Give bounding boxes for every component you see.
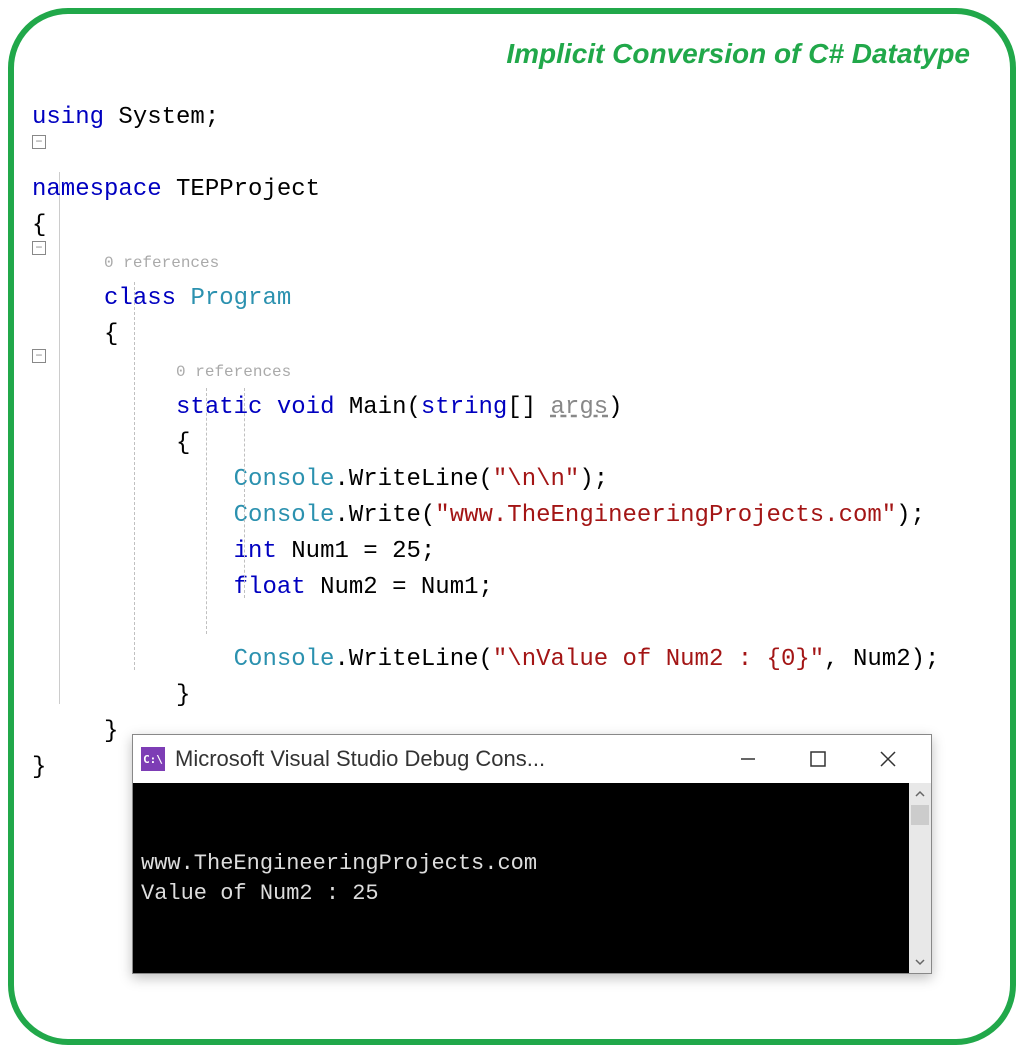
keyword-class: class — [104, 285, 176, 312]
chevron-down-icon — [914, 956, 926, 968]
keyword-int: int — [234, 538, 277, 565]
brace-close: } — [32, 754, 46, 781]
fold-toggle[interactable]: − — [32, 136, 46, 154]
literal-25: 25 — [392, 538, 421, 565]
brace-close: } — [176, 682, 190, 709]
brace-open: { — [176, 430, 190, 457]
indent-guide — [244, 388, 245, 598]
console-blank — [141, 789, 923, 849]
scroll-down-button[interactable] — [909, 951, 931, 973]
fold-toggle[interactable]: − — [32, 242, 46, 260]
maximize-button[interactable] — [783, 735, 853, 783]
brace-open: { — [104, 321, 118, 348]
console-icon: C:\ — [141, 747, 165, 771]
keyword-void: void — [277, 394, 335, 421]
window-titlebar[interactable]: C:\ Microsoft Visual Studio Debug Cons..… — [133, 735, 931, 783]
minimize-button[interactable] — [713, 735, 783, 783]
keyword-using: using — [32, 104, 104, 131]
method-writeline: WriteLine — [349, 646, 479, 673]
codelens-references[interactable]: 0 references — [176, 363, 291, 381]
type-console: Console — [234, 646, 335, 673]
console-output[interactable]: www.TheEngineeringProjects.com Value of … — [133, 783, 931, 973]
brace-open: { — [32, 212, 46, 239]
keyword-string: string — [421, 394, 507, 421]
class-name-program: Program — [190, 285, 291, 312]
keyword-namespace: namespace — [32, 176, 162, 203]
type-console: Console — [234, 466, 335, 493]
codelens-references[interactable]: 0 references — [104, 254, 219, 272]
maximize-icon — [809, 750, 827, 768]
indent-guide — [134, 282, 135, 670]
param-args: args — [551, 394, 609, 421]
close-button[interactable] — [853, 735, 923, 783]
identifier-tepproject: TEPProject — [176, 176, 320, 203]
scroll-up-button[interactable] — [909, 783, 931, 805]
scroll-thumb[interactable] — [911, 805, 929, 825]
close-icon — [879, 750, 897, 768]
console-line: www.TheEngineeringProjects.com — [141, 849, 923, 879]
debug-console-window: C:\ Microsoft Visual Studio Debug Cons..… — [132, 734, 932, 974]
code-editor[interactable]: using System; namespace TEPProject { 0 r… — [32, 64, 1000, 822]
minimize-icon — [739, 750, 757, 768]
string-literal: "\nValue of Num2 : {0}" — [493, 646, 824, 673]
method-main: Main — [349, 394, 407, 421]
frame: Implicit Conversion of C# Datatype using… — [8, 8, 1016, 1045]
page-title: Implicit Conversion of C# Datatype — [506, 38, 970, 70]
chevron-up-icon — [914, 788, 926, 800]
var-num2: Num2 — [853, 646, 911, 673]
string-literal: "\n\n" — [493, 466, 579, 493]
method-write: Write — [349, 502, 421, 529]
identifier-system: System — [118, 104, 204, 131]
var-num1: Num1 — [421, 574, 479, 601]
keyword-static: static — [176, 394, 262, 421]
console-line: Value of Num2 : 25 — [141, 879, 923, 909]
var-num2: Num2 — [320, 574, 378, 601]
var-num1: Num1 — [291, 538, 349, 565]
type-console: Console — [234, 502, 335, 529]
scrollbar[interactable] — [909, 783, 931, 973]
indent-guide — [206, 388, 207, 634]
window-title: Microsoft Visual Studio Debug Cons... — [175, 746, 713, 772]
method-writeline: WriteLine — [349, 466, 479, 493]
brace-close: } — [104, 718, 118, 745]
string-literal: "www.TheEngineeringProjects.com" — [435, 502, 896, 529]
fold-toggle[interactable]: − — [32, 350, 46, 368]
